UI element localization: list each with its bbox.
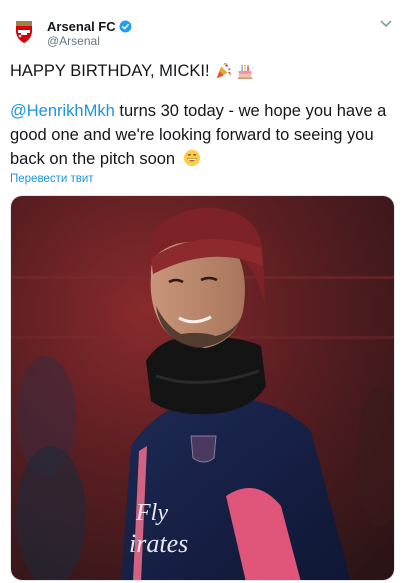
chevron-down-icon[interactable] [380,19,392,29]
avatar[interactable] [9,16,39,46]
display-name[interactable]: Arsenal FC [47,19,116,34]
player-photo: Fly irates [11,196,394,580]
sponsor-text-line2: irates [129,529,188,558]
sponsor-text-line1: Fly [135,500,168,526]
translate-link[interactable]: Перевести твит [10,173,94,185]
tweet-text-body: @HenrikhMkh turns 30 today - we hope you… [10,99,395,171]
user-handle[interactable]: @Arsenal [47,34,100,48]
tweet-media-image[interactable]: Fly irates [10,195,395,581]
name-row: Arsenal FC [47,18,132,34]
tweet-card: Arsenal FC @Arsenal HAPPY BIRTHDAY, MICK… [0,0,403,583]
birthday-cake-icon [237,64,252,80]
tweet-text-line1: HAPPY BIRTHDAY, MICKI! [10,60,254,82]
verified-badge-icon [119,20,132,32]
arsenal-crest-icon [9,16,39,46]
party-popper-icon [216,62,231,79]
mention-link[interactable]: @HenrikhMkh [10,102,115,120]
grinning-face-icon [183,149,200,167]
tweet-headline: HAPPY BIRTHDAY, MICKI! [10,62,210,80]
